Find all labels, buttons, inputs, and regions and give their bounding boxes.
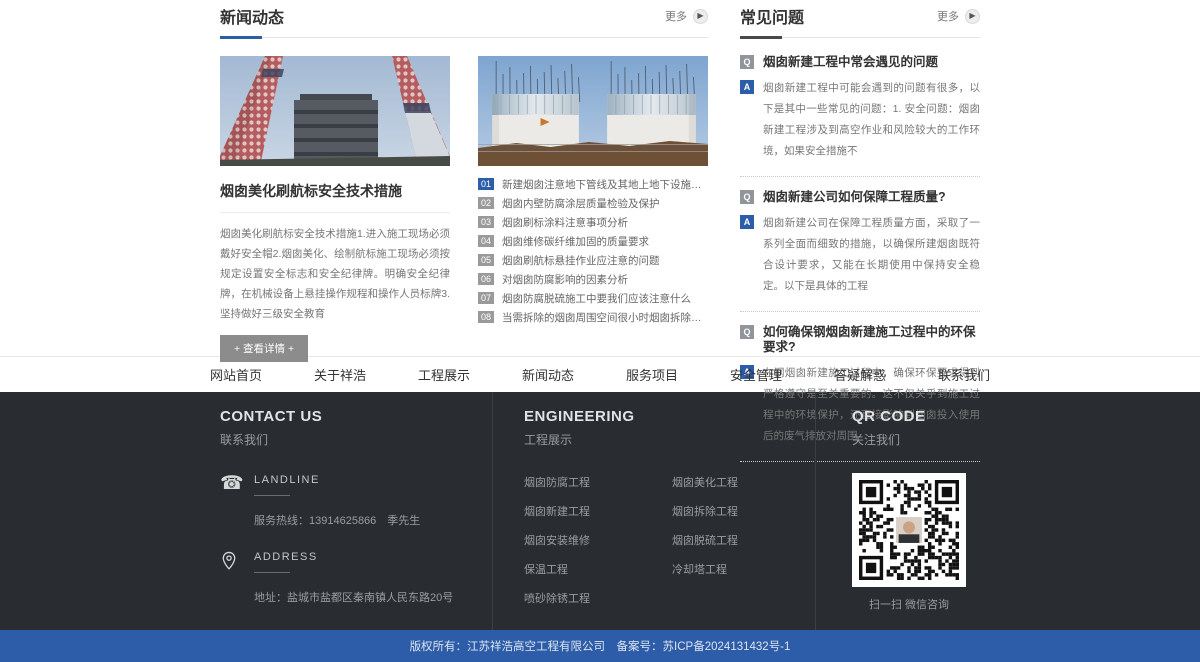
answer-icon: A	[740, 215, 754, 229]
footer: CONTACT US 联系我们 ☎ LANDLINE 服务热线：13914625…	[0, 392, 1200, 630]
news-section-title: 新闻动态	[220, 4, 284, 28]
news-item-title: 新建烟囱注意地下管线及其地上地下设施的加固措施	[502, 177, 708, 192]
item-number-badge: 03	[478, 216, 494, 228]
news-item-title: 烟囱防腐脱硫施工中要我们应该注意什么	[502, 291, 691, 306]
news-headline-list: 01 新建烟囱注意地下管线及其地上地下设施的加固措施 02 烟囱内壁防腐涂层质量…	[478, 177, 708, 324]
news-item-title: 当需拆除的烟囱周围空间很小时烟囱拆除施工该如...	[502, 310, 708, 325]
view-details-button[interactable]: + 查看详情 +	[220, 335, 308, 362]
address-label: ADDRESS	[254, 551, 453, 563]
qrcode-heading: QR CODE	[852, 408, 980, 425]
qrcode-subheading: 关注我们	[852, 431, 980, 448]
engineering-links-col2: 烟囱美化工程 烟囱拆除工程 烟囱脱硫工程 冷却塔工程	[672, 473, 738, 618]
landline-label: LANDLINE	[254, 474, 420, 486]
question-icon: Q	[740, 190, 754, 204]
featured-divider	[220, 212, 450, 213]
question-icon: Q	[740, 55, 754, 69]
faq-more-label: 更多	[937, 8, 959, 24]
item-number-badge: 06	[478, 273, 494, 285]
copyright-bar: 版权所有：江苏祥浩高空工程有限公司 备案号：苏ICP备2024131432号-1	[0, 630, 1200, 662]
news-more-label: 更多	[665, 8, 687, 24]
featured-article: 烟囱美化刷航标安全技术措施 烟囱美化刷航标安全技术措施1.进入施工现场必须戴好安…	[220, 56, 450, 362]
main-content: 新闻动态 更多 ▶	[0, 0, 1200, 356]
item-number-badge: 08	[478, 311, 494, 323]
address-text: 地址：盐城市盐都区秦南镇人民东路20号	[254, 589, 453, 605]
faq-item: Q 烟囱新建工程中常会遇见的问题 A 烟囱新建工程中可能会遇到的问题有很多，以下…	[740, 55, 980, 177]
faq-section-title: 常见问题	[740, 4, 804, 28]
news-item-title: 烟囱刷标涂料注意事项分析	[502, 215, 628, 230]
featured-article-excerpt: 烟囱美化刷航标安全技术措施1.进入施工现场必须戴好安全帽2.烟囱美化、绘制航标施…	[220, 224, 450, 324]
nav-item-projects[interactable]: 工程展示	[392, 365, 496, 384]
location-pin-icon	[220, 551, 254, 605]
nav-item-safety[interactable]: 安全管理	[704, 365, 808, 384]
nav-item-about[interactable]: 关于祥浩	[288, 365, 392, 384]
chimney-photo-illustration	[220, 56, 450, 166]
contact-heading: CONTACT US	[220, 408, 492, 425]
news-list-item[interactable]: 01 新建烟囱注意地下管线及其地上地下设施的加固措施	[478, 177, 708, 191]
arrow-right-icon: ▶	[693, 9, 708, 24]
news-list-column: 01 新建烟囱注意地下管线及其地上地下设施的加固措施 02 烟囱内壁防腐涂层质量…	[478, 56, 708, 362]
nav-item-faq[interactable]: 答疑解惑	[808, 365, 912, 384]
nav-item-services[interactable]: 服务项目	[600, 365, 704, 384]
footer-link-sandblasting[interactable]: 喷砂除锈工程	[524, 593, 590, 605]
footer-qrcode-column: QR CODE 关注我们 扫一扫 微信咨询	[815, 392, 980, 630]
footer-link-install-repair[interactable]: 烟囱安装维修	[524, 535, 590, 547]
footer-link-beautification[interactable]: 烟囱美化工程	[672, 477, 738, 489]
phone-icon: ☎	[220, 474, 254, 528]
faq-more-link[interactable]: 更多 ▶	[937, 8, 980, 24]
footer-link-insulation[interactable]: 保温工程	[524, 564, 568, 576]
item-number-badge: 02	[478, 197, 494, 209]
nav-item-contact[interactable]: 联系我们	[912, 365, 1016, 384]
nav-item-news[interactable]: 新闻动态	[496, 365, 600, 384]
footer-link-desulfurization[interactable]: 烟囱脱硫工程	[672, 535, 738, 547]
faq-question[interactable]: 如何确保钢烟囱新建施工过程中的环保要求?	[763, 325, 980, 355]
footer-link-cooling-tower[interactable]: 冷却塔工程	[672, 564, 727, 576]
news-list-item[interactable]: 07 烟囱防腐脱硫施工中要我们应该注意什么	[478, 291, 708, 305]
news-item-title: 烟囱维修碳纤维加固的质量要求	[502, 234, 649, 249]
news-item-title: 烟囱内壁防腐涂层质量检验及保护	[502, 196, 660, 211]
label-underline	[254, 572, 290, 573]
question-icon: Q	[740, 325, 754, 339]
footer-engineering-column: ENGINEERING 工程展示 烟囱防腐工程 烟囱新建工程 烟囱安装维修 保温…	[492, 392, 815, 630]
engineering-subheading: 工程展示	[524, 431, 815, 448]
copyright-text: 版权所有：江苏祥浩高空工程有限公司 备案号：苏ICP备2024131432号-1	[410, 638, 791, 654]
contact-subheading: 联系我们	[220, 431, 492, 448]
news-list-item[interactable]: 06 对烟囱防腐影响的因素分析	[478, 272, 708, 286]
answer-icon: A	[740, 80, 754, 94]
featured-article-title[interactable]: 烟囱美化刷航标安全技术措施	[220, 181, 450, 201]
news-more-link[interactable]: 更多 ▶	[665, 8, 708, 24]
faq-question[interactable]: 烟囱新建工程中常会遇见的问题	[763, 55, 938, 70]
faq-item: Q 烟囱新建公司如何保障工程质量? A 烟囱新建公司在保障工程质量方面，采取了一…	[740, 177, 980, 312]
news-list-item[interactable]: 03 烟囱刷标涂料注意事项分析	[478, 215, 708, 229]
arrow-right-icon: ▶	[965, 9, 980, 24]
faq-answer: 烟囱新建公司在保障工程质量方面，采取了一系列全面而细致的措施，以确保所建烟囱既符…	[763, 213, 980, 297]
news-item-title: 烟囱刷航标悬挂作业应注意的问题	[502, 253, 660, 268]
news-list-item[interactable]: 04 烟囱维修碳纤维加固的质量要求	[478, 234, 708, 248]
news-list-item[interactable]: 08 当需拆除的烟囱周围空间很小时烟囱拆除施工该如...	[478, 310, 708, 324]
faq-question[interactable]: 烟囱新建公司如何保障工程质量?	[763, 190, 946, 205]
footer-contact-column: CONTACT US 联系我们 ☎ LANDLINE 服务热线：13914625…	[220, 392, 492, 630]
news-item-title: 对烟囱防腐影响的因素分析	[502, 272, 628, 287]
faq-answer: 烟囱新建工程中可能会遇到的问题有很多，以下是其中一些常见的问题：1. 安全问题：…	[763, 78, 980, 162]
item-number-badge: 04	[478, 235, 494, 247]
news-list-item[interactable]: 02 烟囱内壁防腐涂层质量检验及保护	[478, 196, 708, 210]
footer-link-demolition[interactable]: 烟囱拆除工程	[672, 506, 738, 518]
news-list-item[interactable]: 05 烟囱刷航标悬挂作业应注意的问题	[478, 253, 708, 267]
footer-link-anticorrosion[interactable]: 烟囱防腐工程	[524, 477, 590, 489]
phone-number: 服务热线：13914625866 季先生	[254, 512, 420, 528]
wechat-qr-code	[852, 473, 966, 587]
item-number-badge: 05	[478, 254, 494, 266]
news-divider	[220, 36, 708, 39]
faq-divider	[740, 36, 980, 39]
nav-item-home[interactable]: 网站首页	[184, 365, 288, 384]
item-number-badge: 01	[478, 178, 494, 190]
footer-link-new-build[interactable]: 烟囱新建工程	[524, 506, 590, 518]
qrcode-caption: 扫一扫 微信咨询	[852, 596, 966, 612]
engineering-heading: ENGINEERING	[524, 408, 815, 425]
news-list-image[interactable]	[478, 56, 708, 166]
featured-article-image[interactable]	[220, 56, 450, 166]
engineering-links-col1: 烟囱防腐工程 烟囱新建工程 烟囱安装维修 保温工程 喷砂除锈工程	[524, 473, 672, 618]
item-number-badge: 07	[478, 292, 494, 304]
construction-photo-illustration	[478, 56, 708, 166]
label-underline	[254, 495, 290, 496]
